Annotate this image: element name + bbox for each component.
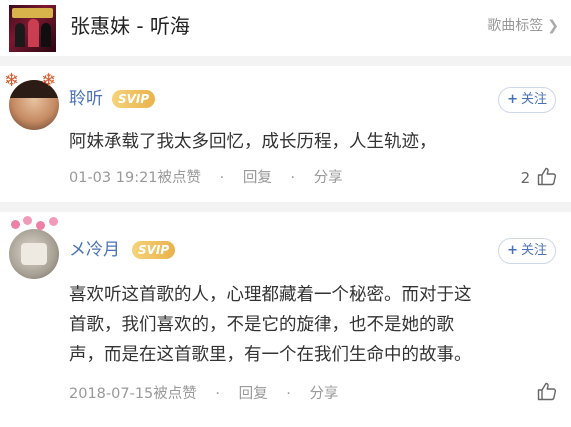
follow-button[interactable]: + 关注 bbox=[498, 87, 556, 113]
comment-item: ❄❄ 聆听 SVIP + 关注 阿妹承载了我太多回忆，成长历程，人生轨迹， 01-… bbox=[0, 66, 571, 202]
liked-by-action[interactable]: 被点赞 bbox=[153, 386, 197, 402]
meta-separator: · bbox=[219, 170, 225, 186]
svip-badge[interactable]: SVIP bbox=[132, 241, 176, 259]
comment-meta: 01-03 19:21被点赞 · 回复 · 分享 bbox=[69, 168, 343, 188]
album-figure bbox=[41, 23, 51, 47]
comment-meta: 2018-07-15被点赞 · 回复 · 分享 bbox=[69, 384, 338, 404]
comment-date: 2018-07-15 bbox=[69, 386, 154, 402]
comment-text-line: 首歌，我们喜欢的，不是它的旋律，也不是她的歌 bbox=[69, 315, 454, 335]
song-title[interactable]: 张惠妹 - 听海 bbox=[70, 12, 190, 40]
liked-by-action[interactable]: 被点赞 bbox=[158, 170, 202, 186]
album-figure bbox=[28, 19, 39, 47]
comment-username[interactable]: メ冷月 bbox=[69, 239, 120, 261]
thumbs-up-icon bbox=[537, 167, 557, 186]
follow-button[interactable]: + 关注 bbox=[498, 238, 556, 264]
comment-text: 喜欢听这首歌的人，心理都藏着一个秘密。而对于这 首歌，我们喜欢的，不是它的旋律，… bbox=[69, 280, 555, 370]
album-title-art bbox=[12, 8, 53, 18]
song-header: 张惠妹 - 听海 歌曲标签 ❯ bbox=[0, 0, 571, 56]
comment-item: メ冷月 SVIP + 关注 喜欢听这首歌的人，心理都藏着一个秘密。而对于这 首歌，… bbox=[0, 212, 571, 427]
avatar[interactable] bbox=[9, 229, 59, 279]
avatar-antler-decoration-icon: ❄❄ bbox=[4, 70, 79, 91]
reply-action[interactable]: 回复 bbox=[243, 170, 272, 186]
meta-separator: · bbox=[286, 386, 291, 402]
comment-date: 01-03 19:21 bbox=[69, 170, 158, 186]
album-cover[interactable] bbox=[9, 5, 56, 52]
plus-icon: + bbox=[507, 92, 518, 107]
share-action[interactable]: 分享 bbox=[309, 386, 338, 402]
song-tags-label: 歌曲标签 bbox=[487, 18, 544, 34]
avatar-image bbox=[21, 243, 47, 265]
meta-separator: · bbox=[290, 170, 296, 186]
section-divider bbox=[0, 202, 571, 212]
like-button[interactable] bbox=[535, 382, 557, 404]
album-figure bbox=[15, 23, 25, 47]
like-count: 2 bbox=[520, 169, 531, 187]
chevron-right-icon: ❯ bbox=[547, 18, 559, 34]
svip-badge[interactable]: SVIP bbox=[112, 90, 156, 108]
comment-text: 阿妹承载了我太多回忆，成长历程，人生轨迹， bbox=[69, 132, 437, 152]
song-tags-link[interactable]: 歌曲标签 ❯ bbox=[487, 16, 559, 36]
plus-icon: + bbox=[507, 243, 518, 258]
comment-username[interactable]: 聆听 bbox=[69, 88, 103, 110]
section-divider bbox=[0, 56, 571, 66]
follow-label: 关注 bbox=[520, 92, 547, 107]
comment-text-line: 喜欢听这首歌的人，心理都藏着一个秘密。而对于这 bbox=[69, 285, 472, 305]
like-button[interactable]: 2 bbox=[521, 167, 557, 189]
share-action[interactable]: 分享 bbox=[314, 170, 343, 186]
thumbs-up-icon bbox=[537, 382, 557, 401]
reply-action[interactable]: 回复 bbox=[239, 386, 268, 402]
follow-label: 关注 bbox=[520, 243, 547, 258]
comment-text-line: 声，而是在这首歌里，有一个在我们生命中的故事。 bbox=[69, 345, 472, 365]
meta-separator: · bbox=[215, 386, 220, 402]
